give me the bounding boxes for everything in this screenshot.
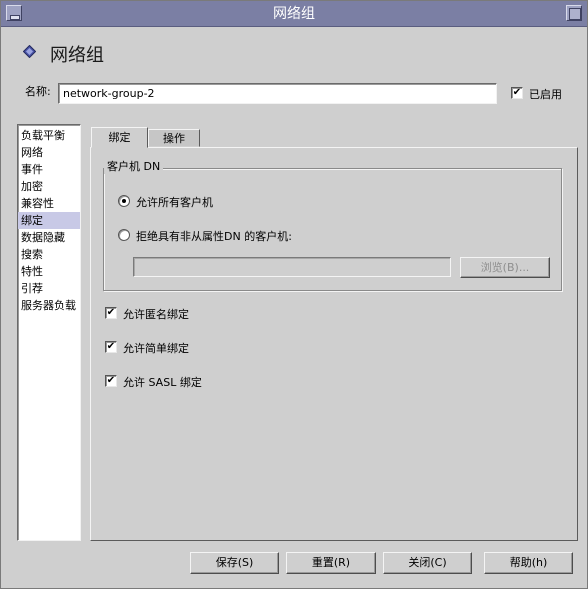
window-title: 网络组 bbox=[273, 6, 315, 22]
nav-item-binding[interactable]: 绑定 bbox=[18, 212, 80, 229]
nav-item-encryption[interactable]: 加密 bbox=[18, 178, 80, 195]
allow-sasl-bind-checkbox[interactable]: ✔ bbox=[105, 375, 117, 387]
enabled-checkbox[interactable]: ✔ bbox=[511, 87, 523, 99]
enabled-label: 已启用 bbox=[529, 88, 562, 101]
reject-clients-label: 拒绝具有非从属性DN 的客户机: bbox=[136, 230, 292, 243]
nav-item-referrals[interactable]: 引荐 bbox=[18, 280, 80, 297]
nav-item-compatibility[interactable]: 兼容性 bbox=[18, 195, 80, 212]
tab-operations[interactable]: 操作 bbox=[148, 129, 200, 147]
title-bar[interactable]: 网络组 bbox=[1, 1, 587, 27]
reset-button[interactable]: 重置(R) bbox=[286, 552, 376, 574]
nav-item-load-balancing[interactable]: 负载平衡 bbox=[18, 127, 80, 144]
browse-button[interactable]: 浏览(B)... bbox=[460, 257, 550, 278]
nav-item-server-load[interactable]: 服务器负载 bbox=[18, 297, 80, 314]
allow-sasl-bind-label: 允许 SASL 绑定 bbox=[123, 376, 202, 389]
help-button[interactable]: 帮助(h) bbox=[484, 552, 573, 574]
client-dn-group-title: 客户机 DN bbox=[104, 158, 164, 174]
maximize-button[interactable] bbox=[566, 5, 582, 21]
name-label: 名称: bbox=[25, 85, 51, 98]
allow-simple-bind-checkbox[interactable]: ✔ bbox=[105, 341, 117, 353]
tab-binding[interactable]: 绑定 bbox=[91, 127, 148, 148]
allow-simple-bind-label: 允许简单绑定 bbox=[123, 342, 189, 355]
network-group-window: 网络组 网络组 名称: network-group-2 ✔ 已启用 负载平衡 网… bbox=[0, 0, 588, 589]
allow-all-clients-radio[interactable] bbox=[118, 195, 130, 207]
save-button[interactable]: 保存(S) bbox=[190, 552, 279, 574]
binding-tab-panel: 允许所有客户机 拒绝具有非从属性DN 的客户机: 浏览(B)... 客户机 DN… bbox=[90, 147, 578, 541]
nav-item-events[interactable]: 事件 bbox=[18, 161, 80, 178]
dn-input[interactable] bbox=[133, 257, 451, 277]
diamond-icon bbox=[23, 45, 36, 58]
category-list[interactable]: 负载平衡 网络 事件 加密 兼容性 绑定 数据隐藏 搜索 特性 引荐 服务器负载 bbox=[17, 124, 81, 541]
close-button[interactable]: 关闭(C) bbox=[383, 552, 472, 574]
nav-item-data-hiding[interactable]: 数据隐藏 bbox=[18, 229, 80, 246]
allow-anonymous-bind-label: 允许匿名绑定 bbox=[123, 308, 189, 321]
reject-clients-radio[interactable] bbox=[118, 229, 130, 241]
page-title: 网络组 bbox=[50, 45, 104, 66]
allow-anonymous-bind-checkbox[interactable]: ✔ bbox=[105, 307, 117, 319]
client-dn-group: 允许所有客户机 拒绝具有非从属性DN 的客户机: 浏览(B)... bbox=[103, 168, 562, 291]
allow-all-clients-label: 允许所有客户机 bbox=[136, 196, 213, 209]
name-input[interactable]: network-group-2 bbox=[58, 83, 497, 104]
nav-item-network[interactable]: 网络 bbox=[18, 144, 80, 161]
nav-item-properties[interactable]: 特性 bbox=[18, 263, 80, 280]
nav-item-search[interactable]: 搜索 bbox=[18, 246, 80, 263]
